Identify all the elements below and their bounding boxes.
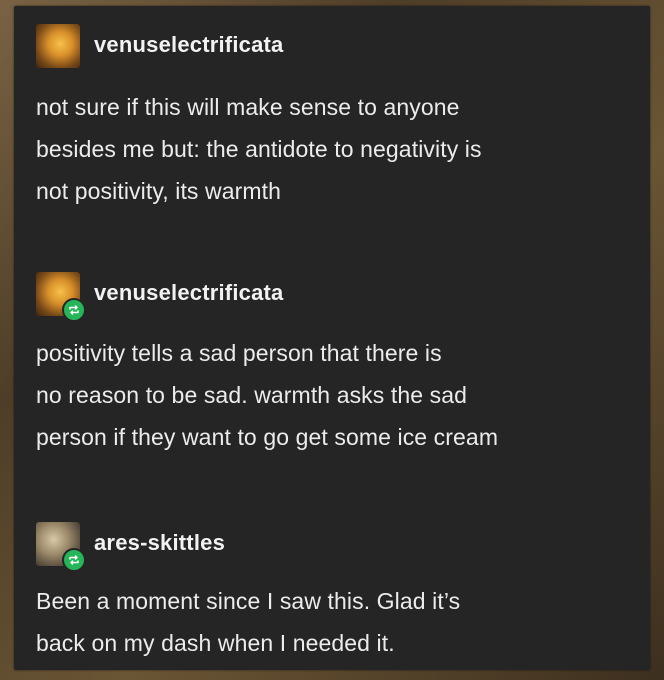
username-link[interactable]: venuselectrificata — [94, 32, 283, 58]
post-body: Been a moment since I saw this. Glad it’… — [36, 580, 636, 664]
reblog-icon — [62, 548, 86, 572]
post-reblog: venuselectrificata positivity tells a sa… — [14, 268, 650, 450]
post-text-line: person if they want to go get some ice c… — [36, 424, 499, 450]
post-header: venuselectrificata — [14, 268, 650, 322]
post-body: positivity tells a sad person that there… — [36, 332, 636, 458]
post-text-line: no reason to be sad. warmth asks the sad — [36, 382, 468, 408]
post-header: venuselectrificata — [14, 20, 650, 72]
reblog-icon — [62, 298, 86, 322]
post-text-line: besides me but: the antidote to negativi… — [36, 136, 482, 162]
post-reblog: ares-skittles Been a moment since I saw … — [14, 518, 650, 656]
username-link[interactable]: ares-skittles — [94, 530, 225, 556]
post-header: ares-skittles — [14, 518, 650, 572]
post-text-line: back on my dash when I needed it. — [36, 630, 395, 656]
post-body: not sure if this will make sense to anyo… — [36, 86, 636, 212]
post-text-line: not sure if this will make sense to anyo… — [36, 94, 460, 120]
sunset-avatar-icon[interactable] — [36, 24, 80, 68]
post-text-line: positivity tells a sad person that there… — [36, 340, 442, 366]
post-text-line: not positivity, its warmth — [36, 178, 282, 204]
post-original: venuselectrificata not sure if this will… — [14, 20, 650, 204]
post-text-line: Been a moment since I saw this. Glad it’… — [36, 588, 461, 614]
tumblr-post-card: venuselectrificata not sure if this will… — [14, 6, 650, 670]
username-link[interactable]: venuselectrificata — [94, 280, 283, 306]
